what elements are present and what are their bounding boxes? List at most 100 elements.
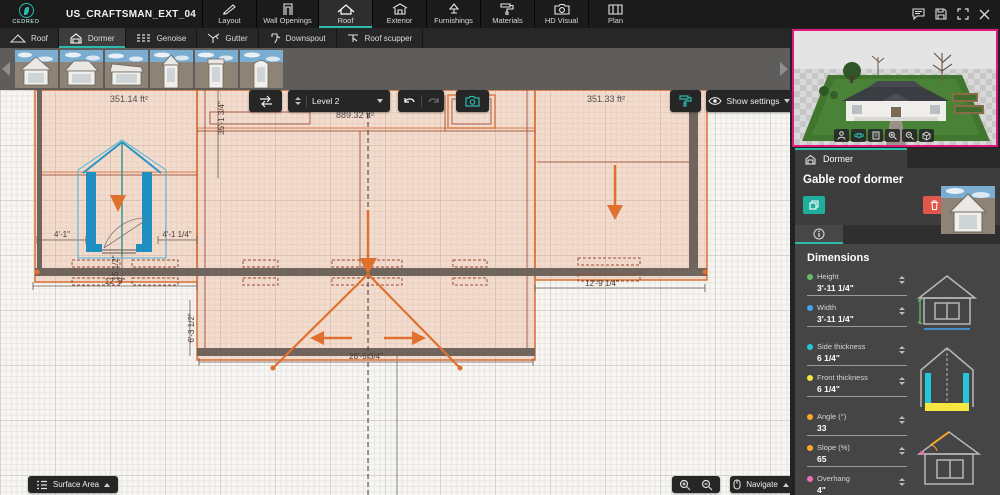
list-icon [36, 480, 48, 490]
main-tabs: Layout Wall Openings Roof Exterior Furni… [202, 0, 642, 28]
redo-icon[interactable] [427, 95, 441, 107]
paint-roller-icon [500, 3, 515, 15]
field-side-thickness[interactable]: Side thickness 6 1/4" [807, 342, 907, 366]
slope-dot [807, 445, 813, 451]
show-settings-button[interactable]: Show settings [706, 90, 792, 112]
person-icon[interactable] [834, 129, 849, 142]
roof-scupper-tool-icon [347, 33, 360, 44]
swap-icon [259, 95, 273, 108]
logo-text: CEDREO [12, 19, 39, 25]
thumb-gable-wall-dormer[interactable] [150, 50, 193, 88]
undo-icon[interactable] [402, 95, 416, 107]
tool-gutter[interactable]: Gutter [197, 28, 258, 48]
blueprint-icon [608, 3, 623, 15]
angle-dot [807, 414, 813, 420]
lamp-icon [447, 3, 461, 15]
tab-exterior[interactable]: Exterior [372, 0, 426, 28]
tool-dormer[interactable]: Dormer [59, 28, 126, 48]
duplicate-button[interactable] [803, 196, 825, 214]
window-controls [912, 0, 1000, 28]
tab-materials[interactable]: Materials [480, 0, 534, 28]
dormer-icon [804, 154, 817, 165]
dormer-panel: Dormer Gable roof dormer [795, 148, 1000, 488]
level-selector-value: Level 2 [312, 96, 339, 106]
chevron-down-icon [377, 99, 383, 103]
cedreo-logo[interactable]: CEDREO [0, 0, 52, 28]
teal-camera-icon [465, 95, 480, 107]
cedreo-logo-icon [19, 3, 34, 18]
plan-doc-icon[interactable] [868, 129, 883, 142]
tab-wall-openings[interactable]: Wall Openings [256, 0, 318, 28]
tab-roof[interactable]: Roof [318, 0, 372, 28]
zoom-in-icon[interactable] [679, 479, 691, 491]
field-front-thickness[interactable]: Front thickness 6 1/4" [807, 373, 907, 397]
close-icon[interactable] [979, 9, 990, 20]
zoom-in-icon[interactable] [885, 129, 900, 142]
chevron-down-icon [784, 99, 790, 103]
floor-plan-canvas[interactable]: 351.14 ft² 889.32 ft² 351.33 ft² 35'-1 3… [0, 90, 790, 495]
tool-genoise[interactable]: Genoise [126, 28, 198, 48]
dim-26-5-3-4: 26'-5 3/4" [349, 352, 383, 361]
thumb-gable-roof-dormer[interactable] [15, 50, 58, 88]
tool-downspout[interactable]: Downspout [259, 28, 337, 48]
dim-4-1: 4'-1" [54, 230, 70, 239]
tab-hd-visual[interactable]: HD Visual [534, 0, 588, 28]
project-title: US_CRAFTSMAN_EXT_04 [52, 0, 202, 28]
dimensions-section: Dimensions Height 3'-11 1/4" Width 3'-11… [795, 244, 1000, 495]
thumb-arched-wall-dormer[interactable] [240, 50, 283, 88]
level-selector[interactable]: Level 2 [288, 90, 390, 112]
strip-scroll-right[interactable] [778, 58, 790, 80]
tab-furnishings[interactable]: Furnishings [426, 0, 480, 28]
surface-area-button[interactable]: Surface Area [28, 476, 118, 493]
field-height[interactable]: Height 3'-11 1/4" [807, 272, 907, 296]
front-thickness-stepper[interactable] [899, 377, 905, 385]
side-thickness-stepper[interactable] [899, 346, 905, 354]
dormer-thumbnail-strip [0, 48, 790, 90]
overhang-stepper[interactable] [899, 478, 905, 486]
tool-roof[interactable]: Roof [0, 28, 59, 48]
angle-stepper[interactable] [899, 416, 905, 424]
strip-scroll-left[interactable] [0, 58, 12, 80]
dormer-thumbnails [15, 50, 283, 88]
thumb-flat-roof-wall-dormer[interactable] [195, 50, 238, 88]
thumb-hip-roof-dormer[interactable] [60, 50, 103, 88]
zoom-out-icon[interactable] [701, 479, 713, 491]
dormer-preview-thumb[interactable] [941, 186, 995, 234]
side-thickness-dot [807, 344, 813, 350]
field-width[interactable]: Width 3'-11 1/4" [807, 303, 907, 327]
dim-6-3-1-2: 6'-3 1/2" [187, 313, 196, 342]
tab-plan[interactable]: Plan [588, 0, 642, 28]
3d-preview[interactable] [792, 29, 998, 147]
comment-icon[interactable] [912, 8, 925, 20]
fullscreen-icon[interactable] [957, 8, 969, 20]
floor-plan-drawing: 351.14 ft² 889.32 ft² 351.33 ft² 35'-1 3… [0, 90, 790, 495]
cube-icon[interactable] [919, 129, 934, 142]
navigate-button[interactable]: Navigate [730, 476, 792, 493]
dimension-diagrams [911, 272, 999, 495]
genoise-tool-icon [136, 33, 152, 43]
render-view-button[interactable] [670, 90, 701, 112]
tab-dormer-panel[interactable]: Dormer [795, 148, 907, 168]
chevron-up-icon [783, 483, 789, 487]
width-value: 3'-11 1/4" [817, 314, 907, 324]
zoom-out-icon[interactable] [902, 129, 917, 142]
save-icon[interactable] [935, 8, 947, 20]
orbit-icon[interactable] [851, 129, 866, 142]
dim-12-9: 12'-9" [105, 277, 126, 286]
dim-35-1-3-4: 35'-1 3/4" [217, 101, 226, 135]
field-overhang[interactable]: Overhang 4" [807, 474, 907, 495]
thumb-shed-roof-dormer[interactable] [105, 50, 148, 88]
dormer-tool-icon [69, 33, 83, 44]
screenshot-button[interactable] [456, 90, 489, 112]
level-stepper-icon[interactable] [295, 97, 301, 105]
height-stepper[interactable] [899, 276, 905, 284]
tab-info[interactable] [795, 225, 843, 244]
tool-roof-scupper[interactable]: Roof scupper [337, 28, 424, 48]
swap-level-button[interactable] [249, 90, 282, 112]
slope-stepper[interactable] [899, 447, 905, 455]
width-stepper[interactable] [899, 307, 905, 315]
3d-preview-render [794, 31, 996, 145]
field-slope[interactable]: Slope (%) 65 [807, 443, 907, 467]
field-angle[interactable]: Angle (°) 33 [807, 412, 907, 436]
tab-layout[interactable]: Layout [202, 0, 256, 28]
